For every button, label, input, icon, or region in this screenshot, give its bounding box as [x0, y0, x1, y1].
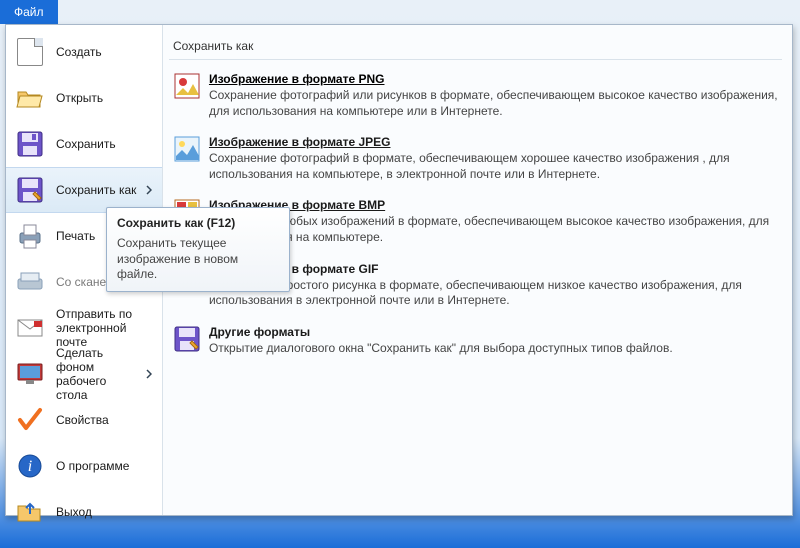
printer-icon [16, 222, 44, 250]
submenu-text: Изображение в формате PNG Сохранение фот… [209, 72, 778, 119]
submenu-text: Изображение в формате GIF Сохранение про… [209, 262, 778, 309]
submenu-title: Изображение в формате JPEG [209, 135, 778, 149]
menu-item-set-desktop[interactable]: Сделать фоном рабочего стола [6, 351, 162, 397]
tooltip-body: Сохранить текущее изображение в новом фа… [117, 236, 279, 283]
menu-item-properties[interactable]: Свойства [6, 397, 162, 443]
document-new-icon [16, 38, 44, 66]
submenu-desc: Сохранение фотографий в формате, обеспеч… [209, 151, 778, 182]
svg-text:i: i [28, 458, 32, 475]
submenu-desc: Сохранение простого рисунка в формате, о… [209, 278, 778, 309]
ribbon-tabs: Файл [0, 0, 58, 24]
submenu-text: Другие форматы Открытие диалогового окна… [209, 325, 778, 357]
chevron-right-icon [146, 185, 152, 195]
tab-file[interactable]: Файл [0, 0, 58, 24]
submenu-text: Изображение в формате JPEG Сохранение фо… [209, 135, 778, 182]
menu-item-label: Отправить по электронной почте [56, 307, 152, 349]
save-as-header: Сохранить как [169, 35, 782, 60]
save-as-other-icon [173, 325, 201, 353]
folder-open-icon [16, 84, 44, 112]
menu-item-open[interactable]: Открыть [6, 75, 162, 121]
submenu-title: Изображение в формате PNG [209, 72, 778, 86]
menu-item-label: Открыть [56, 91, 152, 105]
menu-item-create[interactable]: Создать [6, 29, 162, 75]
scanner-icon [16, 268, 44, 296]
menu-item-label: Сохранить [56, 137, 152, 151]
submenu-item-other[interactable]: Другие форматы Открытие диалогового окна… [169, 319, 782, 367]
submenu-text: Изображение в формате BMP Сохранение люб… [209, 198, 778, 245]
floppy-save-icon [16, 130, 44, 158]
menu-item-label: О программе [56, 459, 152, 473]
image-jpeg-icon [173, 135, 201, 163]
submenu-title: Изображение в формате BMP [209, 198, 778, 212]
menu-item-send-mail[interactable]: Отправить по электронной почте [6, 305, 162, 351]
menu-item-label: Выход [56, 505, 152, 519]
submenu-item-png[interactable]: Изображение в формате PNG Сохранение фот… [169, 66, 782, 129]
menu-item-save[interactable]: Сохранить [6, 121, 162, 167]
info-icon: i [16, 452, 44, 480]
menu-item-about[interactable]: i О программе [6, 443, 162, 489]
exit-icon [16, 498, 44, 526]
menu-item-label: Создать [56, 45, 152, 59]
submenu-desc: Открытие диалогового окна "Сохранить как… [209, 341, 778, 357]
menu-item-label: Сохранить как [56, 183, 140, 197]
submenu-title: Другие форматы [209, 325, 778, 339]
submenu-desc: Сохранение любых изображений в формате, … [209, 214, 778, 245]
desktop-wallpaper-icon [16, 360, 44, 388]
image-png-icon [173, 72, 201, 100]
chevron-right-icon [146, 369, 152, 379]
submenu-item-jpeg[interactable]: Изображение в формате JPEG Сохранение фо… [169, 129, 782, 192]
checkmark-icon [16, 406, 44, 434]
tooltip-save-as: Сохранить как (F12) Сохранить текущее из… [106, 207, 290, 292]
menu-item-label: Свойства [56, 413, 152, 427]
submenu-desc: Сохранение фотографий или рисунков в фор… [209, 88, 778, 119]
submenu-title: Изображение в формате GIF [209, 262, 778, 276]
tooltip-title: Сохранить как (F12) [117, 216, 279, 230]
floppy-save-as-icon [16, 176, 44, 204]
mail-send-icon [16, 314, 44, 342]
menu-item-exit[interactable]: Выход [6, 489, 162, 535]
menu-item-label: Сделать фоном рабочего стола [56, 346, 140, 402]
